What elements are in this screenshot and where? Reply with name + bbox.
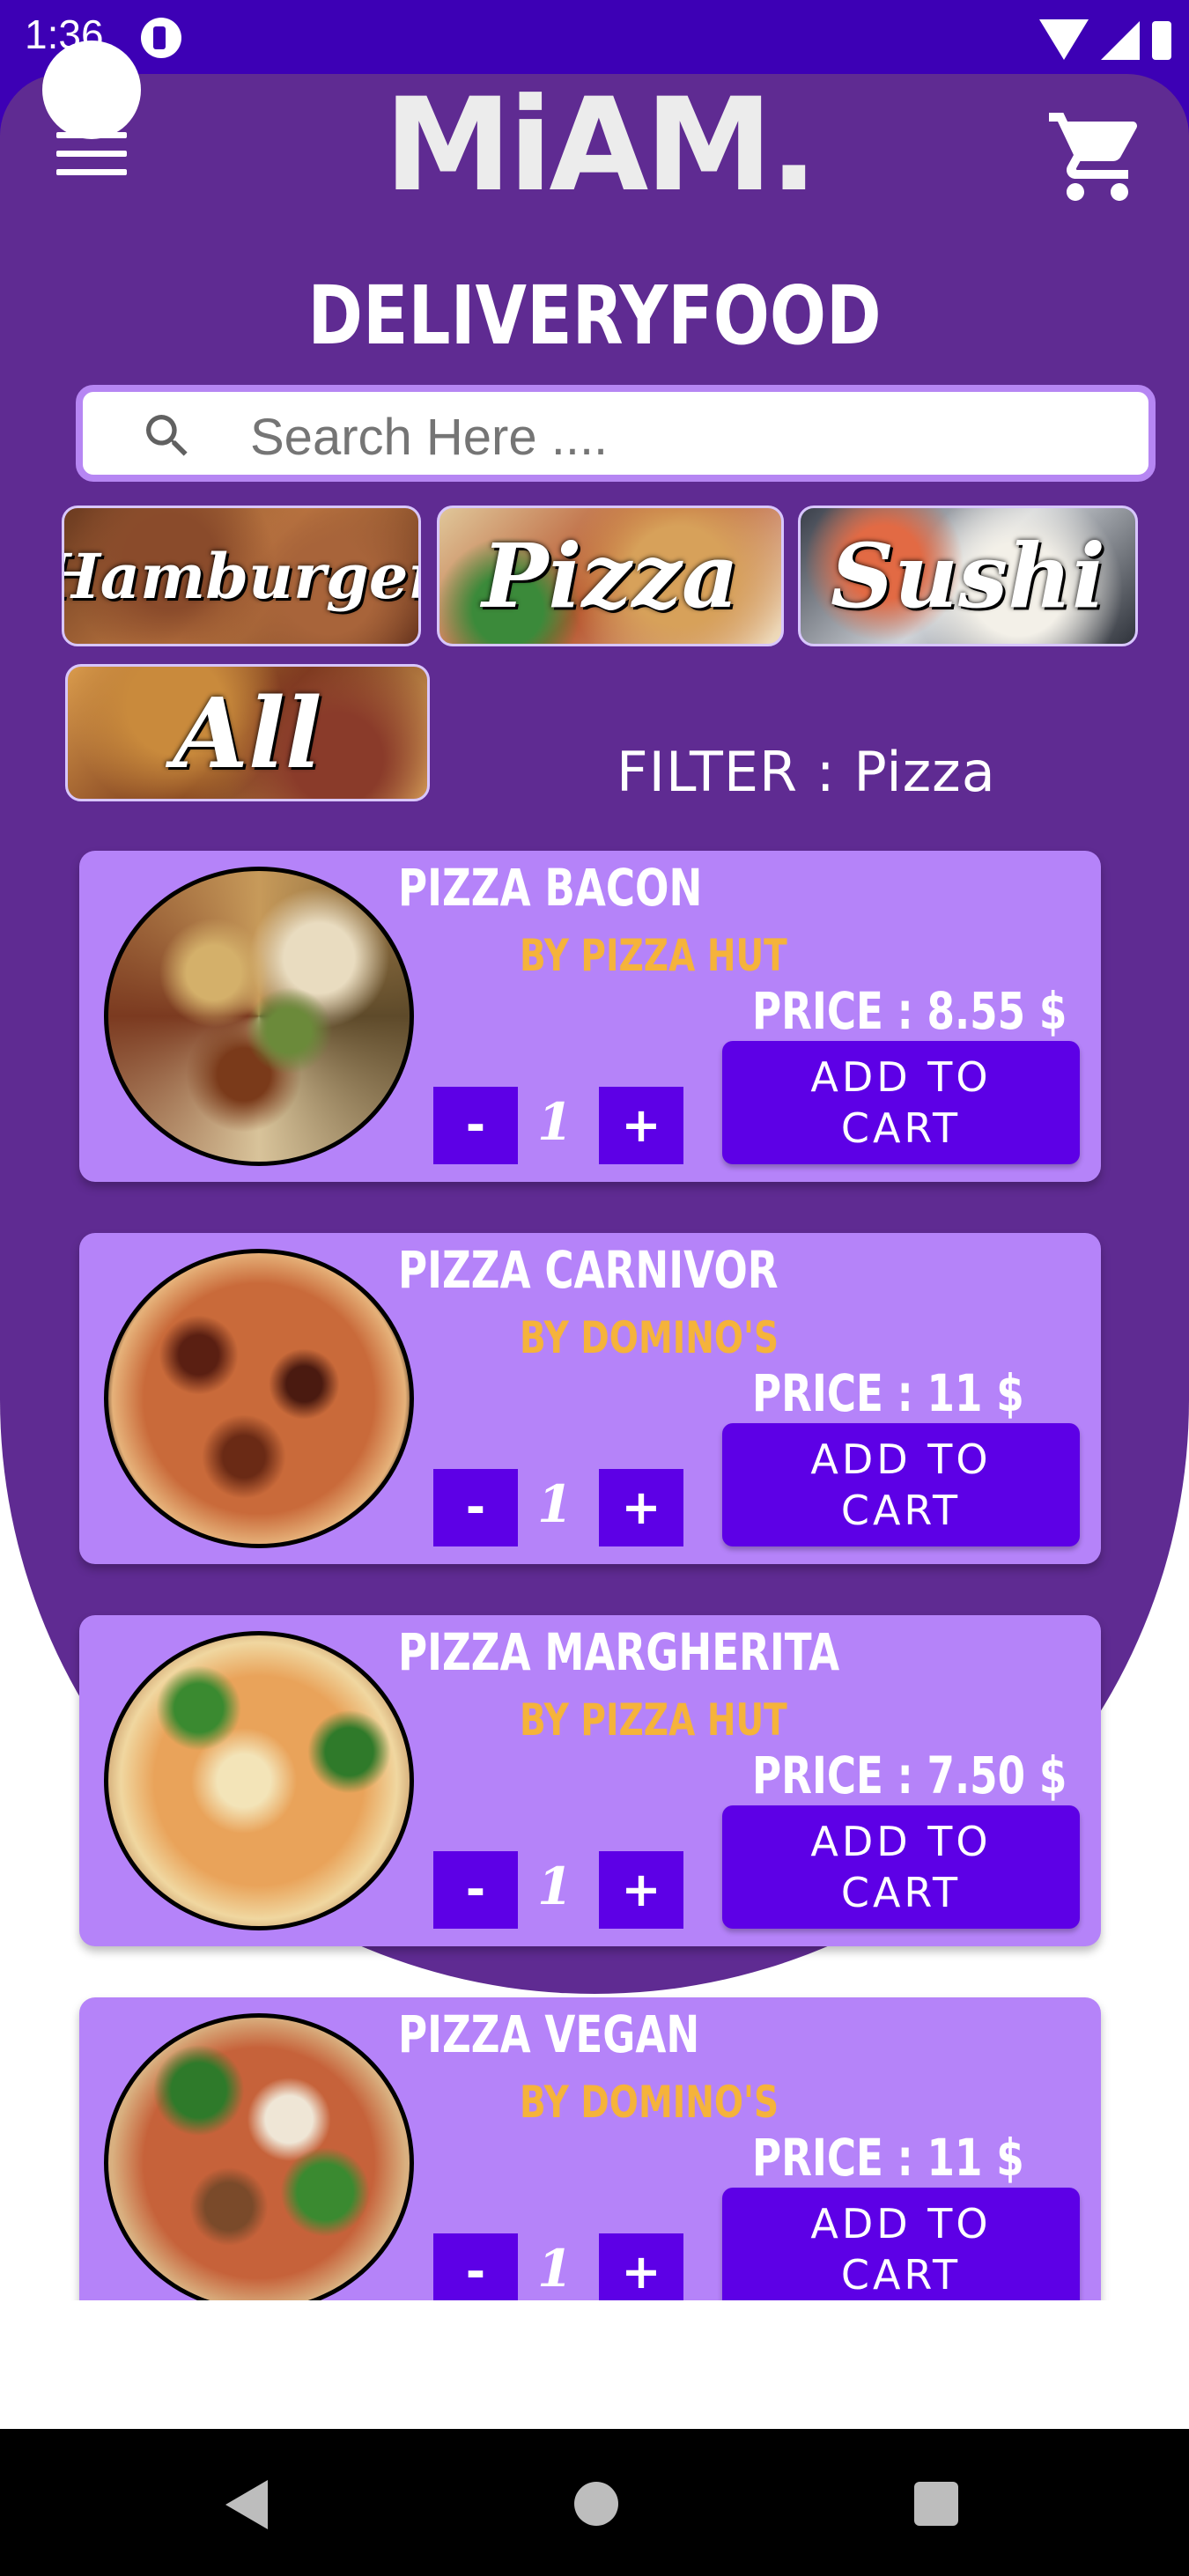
category-hamburger[interactable]: Hamburger (62, 506, 421, 646)
product-card: PIZZA CARNIVOR BY DOMINO'S PRICE : 11 $ … (79, 1233, 1101, 1564)
quantity-value: 1 (537, 1856, 573, 1916)
search-icon (146, 415, 188, 456)
quantity-value: 1 (537, 2239, 573, 2299)
add-to-cart-button[interactable]: ADD TO CART (722, 2188, 1080, 2300)
product-price: PRICE : 11 $ (752, 2128, 1024, 2188)
quantity-value: 1 (537, 1092, 573, 1152)
decrease-quantity-button[interactable]: - (433, 2233, 518, 2300)
wifi-icon (1039, 19, 1089, 60)
product-price: PRICE : 11 $ (752, 1363, 1024, 1423)
product-name: PIZZA VEGAN (398, 2004, 700, 2064)
decrease-quantity-button[interactable]: - (433, 1469, 518, 1546)
product-card: PIZZA BACON BY PIZZA HUT PRICE : 8.55 $ … (79, 851, 1101, 1182)
product-image (104, 1631, 414, 1930)
increase-quantity-button[interactable]: + (599, 1851, 683, 1929)
add-to-cart-button[interactable]: ADD TO CART (722, 1805, 1080, 1929)
category-sushi[interactable]: Sushi (798, 506, 1138, 646)
system-navigation-bar (0, 2429, 1189, 2576)
product-image (104, 867, 414, 1166)
status-bar: 1:36 (0, 0, 1189, 74)
increase-quantity-button[interactable]: + (599, 1469, 683, 1546)
decrease-quantity-button[interactable]: - (433, 1087, 518, 1164)
status-icons (1039, 16, 1171, 60)
add-to-cart-button[interactable]: ADD TO CART (722, 1423, 1080, 1546)
category-pizza[interactable]: Pizza (437, 506, 784, 646)
menu-icon[interactable] (56, 132, 127, 183)
product-card: PIZZA MARGHERITA BY PIZZA HUT PRICE : 7.… (79, 1615, 1101, 1946)
product-price: PRICE : 8.55 $ (752, 981, 1067, 1041)
battery-icon (1152, 21, 1171, 60)
recents-icon[interactable] (914, 2482, 958, 2526)
decrease-quantity-button[interactable]: - (433, 1851, 518, 1929)
page-title: DELIVERYFOOD (307, 269, 882, 363)
add-to-cart-button[interactable]: ADD TO CART (722, 1041, 1080, 1164)
product-vendor: BY PIZZA HUT (520, 1694, 787, 1746)
category-label: Hamburger (62, 539, 421, 613)
product-name: PIZZA BACON (398, 858, 703, 918)
product-vendor: BY PIZZA HUT (520, 930, 787, 981)
product-price: PRICE : 7.50 $ (752, 1746, 1067, 1805)
search-bar[interactable] (76, 385, 1156, 482)
back-icon[interactable] (225, 2480, 268, 2529)
avatar[interactable] (42, 41, 141, 139)
product-card: PIZZA VEGAN BY DOMINO'S PRICE : 11 $ - 1… (79, 1997, 1101, 2300)
product-list[interactable]: PIZZA BACON BY PIZZA HUT PRICE : 8.55 $ … (53, 837, 1145, 2300)
category-label: All (173, 675, 322, 790)
quantity-value: 1 (537, 1474, 573, 1534)
product-image (104, 2013, 414, 2300)
category-label: Pizza (482, 524, 739, 628)
category-label: Sushi (831, 524, 1105, 628)
product-name: PIZZA MARGHERITA (398, 1622, 840, 1682)
category-all[interactable]: All (65, 664, 430, 801)
filter-label: FILTER : Pizza (617, 740, 996, 804)
product-name: PIZZA CARNIVOR (398, 1240, 779, 1300)
product-image (104, 1249, 414, 1548)
cart-icon[interactable] (1045, 104, 1150, 210)
product-vendor: BY DOMINO'S (520, 2077, 779, 2128)
product-vendor: BY DOMINO'S (520, 1312, 779, 1363)
app-logo: MiAM. (384, 70, 818, 220)
signal-icon (1101, 21, 1140, 60)
notification-icon (141, 18, 181, 58)
search-input[interactable] (248, 408, 1045, 466)
increase-quantity-button[interactable]: + (599, 2233, 683, 2300)
increase-quantity-button[interactable]: + (599, 1087, 683, 1164)
home-icon[interactable] (574, 2482, 618, 2526)
